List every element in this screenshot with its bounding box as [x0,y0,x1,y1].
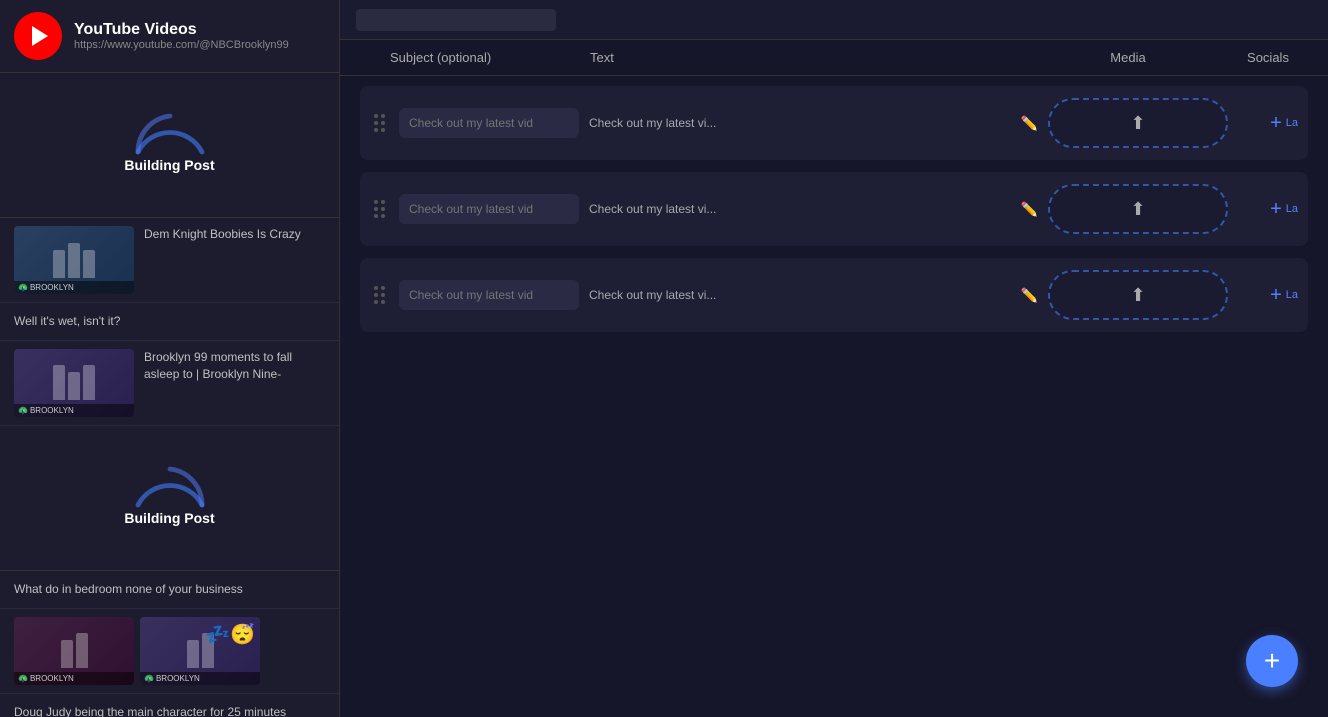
peacock-icon: 🦚 [18,283,28,292]
text-preview: Check out my latest vi... [589,116,1013,130]
socials-label: La [1286,117,1298,129]
text-area-wrapper: Check out my latest vi... ✏️ [589,201,1038,218]
thumb-overlay: 🦚 BROOKLYN [14,281,134,294]
scene-figures [48,360,100,405]
text-area-wrapper: Check out my latest vi... ✏️ [589,115,1038,132]
list-item[interactable]: 🦚 BROOKLYN Dem Knight Boobies Is Crazy [0,218,339,303]
drag-handle[interactable] [370,110,389,136]
sidebar-url: https://www.youtube.com/@NBCBrooklyn99 [74,39,289,51]
arc-spinner-2 [130,460,210,510]
sidebar: YouTube Videos https://www.youtube.com/@… [0,0,340,717]
media-upload-button[interactable]: ⬆ [1048,184,1228,234]
add-social-button[interactable]: + [1270,112,1282,135]
thumb-overlay: 🦚 BROOKLYN [14,404,134,417]
socials-label: La [1286,203,1298,215]
play-icon [32,26,48,46]
building-post-section-1: Building Post [0,73,339,218]
upload-icon: ⬆ [1130,285,1145,306]
subject-input[interactable] [399,194,579,224]
sidebar-content: Building Post 🦚 BROOKLYN Dem Knight Boo [0,73,339,717]
subject-header: Subject (optional) [390,50,590,65]
text-item-content: What do in bedroom none of your business [14,581,325,598]
column-headers: Subject (optional) Text Media Socials [340,40,1328,76]
text-header: Text [590,50,1028,65]
text-only-item[interactable]: Doug Judy being the main character for 2… [0,694,339,717]
media-upload-button[interactable]: ⬆ [1048,98,1228,148]
add-social-button[interactable]: + [1270,198,1282,221]
thumb-overlay: 🦚 BROOKLYN [140,672,260,685]
building-post-loader-1: Building Post [14,87,325,203]
building-post-loader-2: Building Post [14,440,325,556]
upload-icon: ⬆ [1130,113,1145,134]
building-post-section-2: Building Post [0,426,339,571]
post-row: Check out my latest vi... ✏️ ⬆ + La [360,172,1308,246]
add-social-button[interactable]: + [1270,284,1282,307]
socials-plus: + La [1238,198,1298,221]
socials-plus: + La [1238,284,1298,307]
media-upload-button[interactable]: ⬆ [1048,270,1228,320]
sidebar-title: YouTube Videos [74,21,289,39]
zzz-icon: 💤😴 [205,622,255,647]
scene-figures [56,628,93,673]
video-thumbnail[interactable]: 💤😴 🦚 BROOKLYN [140,617,260,685]
add-post-fab[interactable]: + [1246,635,1298,687]
upload-icon: ⬆ [1130,199,1145,220]
building-post-title-1: Building Post [124,157,214,173]
peacock-icon: 🦚 [144,674,154,683]
socials-plus: + La [1238,112,1298,135]
text-preview: Check out my latest vi... [589,288,1013,302]
media-header: Media [1028,50,1228,65]
video-thumbnail: 🦚 BROOKLYN [14,226,134,294]
list-item[interactable]: 🦚 BROOKLYN Brooklyn 99 moments to fall a… [0,341,339,426]
drag-handle[interactable] [370,196,389,222]
video-thumbnail[interactable]: 🦚 BROOKLYN [14,617,134,685]
thumb-overlay: 🦚 BROOKLYN [14,672,134,685]
socials-header: Socials [1228,50,1308,65]
text-area-wrapper: Check out my latest vi... ✏️ [589,287,1038,304]
subject-input[interactable] [399,280,579,310]
text-item-content: Well it's wet, isn't it? [14,313,325,330]
sidebar-header-text: YouTube Videos https://www.youtube.com/@… [74,21,289,51]
peacock-icon: 🦚 [18,406,28,415]
search-input[interactable] [356,9,556,31]
peacock-icon: 🦚 [18,674,28,683]
edit-icon[interactable]: ✏️ [1021,287,1038,304]
youtube-logo-icon [14,12,62,60]
drag-handle[interactable] [370,282,389,308]
arc-spinner-1 [130,107,210,157]
top-bar [340,0,1328,40]
sidebar-header: YouTube Videos https://www.youtube.com/@… [0,0,339,73]
edit-icon[interactable]: ✏️ [1021,115,1038,132]
video-title: Dem Knight Boobies Is Crazy [144,226,301,294]
text-item-content: Doug Judy being the main character for 2… [14,704,325,717]
socials-label: La [1286,289,1298,301]
video-title: Brooklyn 99 moments to fall asleep to | … [144,349,325,417]
post-row: Check out my latest vi... ✏️ ⬆ + La [360,86,1308,160]
edit-icon[interactable]: ✏️ [1021,201,1038,218]
thumb-pair: 🦚 BROOKLYN 💤😴 🦚 BROOKLYN [0,609,339,694]
post-row: Check out my latest vi... ✏️ ⬆ + La [360,258,1308,332]
text-preview: Check out my latest vi... [589,202,1013,216]
text-only-item[interactable]: Well it's wet, isn't it? [0,303,339,341]
main-content: Subject (optional) Text Media Socials [340,0,1328,717]
video-thumbnail: 🦚 BROOKLYN [14,349,134,417]
text-only-item[interactable]: What do in bedroom none of your business [0,571,339,609]
subject-input[interactable] [399,108,579,138]
scene-figures [48,238,100,283]
posts-list: Check out my latest vi... ✏️ ⬆ + La [340,76,1328,717]
building-post-title-2: Building Post [124,510,214,526]
